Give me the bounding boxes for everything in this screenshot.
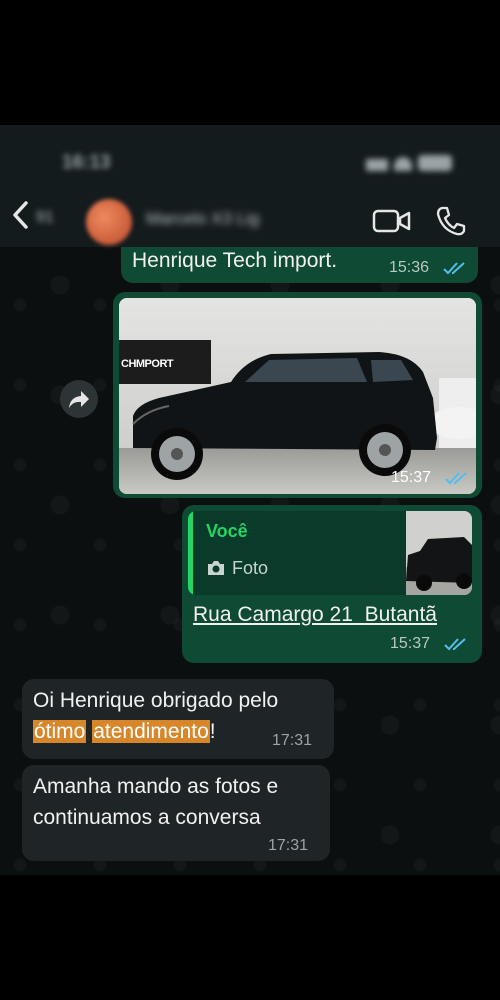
address-district: Butantã xyxy=(364,603,437,626)
voice-call-icon[interactable] xyxy=(434,204,468,238)
message-text-punctuation: ! xyxy=(209,720,216,743)
photo-message[interactable]: CHMPORT 15:37 xyxy=(113,292,482,498)
back-chevron-icon[interactable] xyxy=(10,197,32,233)
quoted-author: Você xyxy=(206,521,248,541)
message-text: Oi Henrique obrigado pelo ótimo atendime… xyxy=(33,685,278,747)
contact-name[interactable]: Marcelo X3 Lig xyxy=(146,209,259,229)
quoted-message[interactable]: Você Foto xyxy=(188,511,472,595)
battery-icon xyxy=(418,155,452,171)
signal-icon xyxy=(366,159,388,171)
message-bubble-incoming[interactable]: Oi Henrique obrigado pelo ótimo atendime… xyxy=(22,679,334,759)
message-text-line: Amanha mando as fotos e xyxy=(33,775,279,798)
search-highlight: atendimento xyxy=(92,720,210,743)
message-text: Henrique Tech import. xyxy=(132,249,338,272)
car-photo[interactable]: CHMPORT xyxy=(119,298,476,494)
video-call-icon[interactable] xyxy=(372,207,412,235)
message-time: 17:31 xyxy=(268,837,309,854)
wifi-icon xyxy=(394,157,412,171)
status-bar: 16:13 xyxy=(0,125,500,187)
chat-header: 91 Marcelo X3 Lig xyxy=(0,187,500,247)
status-icons xyxy=(366,153,458,171)
read-receipt-icon xyxy=(444,638,466,651)
message-time: 15:37 xyxy=(391,469,432,486)
quoted-label: Foto xyxy=(232,558,269,578)
message-text: Amanha mando as fotos e continuamos a co… xyxy=(33,771,278,833)
camera-icon xyxy=(208,561,224,575)
quote-accent-bar xyxy=(188,511,193,595)
car-image xyxy=(119,298,476,494)
quoted-thumbnail xyxy=(406,511,472,595)
message-time: 15:36 xyxy=(389,259,430,276)
message-text-line: continuamos a conversa xyxy=(33,806,261,829)
search-highlight: ótimo xyxy=(33,720,87,743)
status-time: 16:13 xyxy=(62,152,111,173)
read-receipt-icon xyxy=(445,472,467,485)
showroom-sign: CHMPORT xyxy=(121,358,174,370)
message-time: 15:37 xyxy=(390,635,431,652)
message-time: 17:31 xyxy=(272,732,313,749)
forward-icon xyxy=(69,391,89,408)
chat-screen: Henrique Tech import. 15:36 CHMPORT 15:3… xyxy=(0,125,500,875)
forward-button[interactable] xyxy=(60,380,98,418)
unread-count: 91 xyxy=(36,209,54,226)
reply-message[interactable]: Você Foto Rua Camargo 21 Butantã 15:37 xyxy=(182,505,482,663)
message-bubble-incoming[interactable]: Amanha mando as fotos e continuamos a co… xyxy=(22,765,330,861)
message-text-line: Oi Henrique obrigado pelo xyxy=(33,689,279,712)
address-street: Rua Camargo 21 xyxy=(193,603,353,626)
read-receipt-icon xyxy=(443,262,465,275)
contact-avatar[interactable] xyxy=(86,199,132,245)
message-text-link[interactable]: Rua Camargo 21 Butantã xyxy=(193,603,437,627)
